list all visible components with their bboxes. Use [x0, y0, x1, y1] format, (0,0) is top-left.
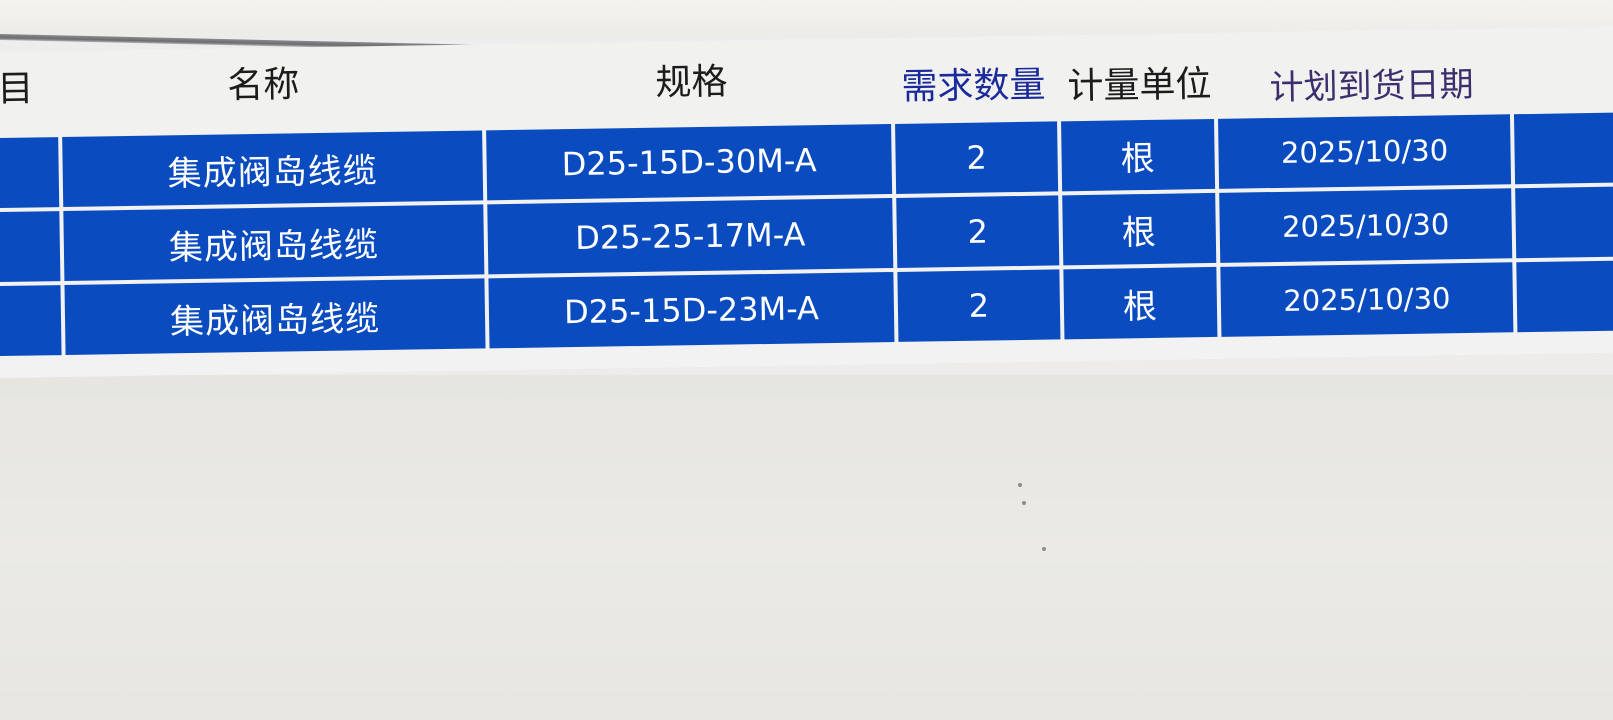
grid-body: 集成阀岛线缆 D25-15D-30M-A 2 根 2025/10/30 集成阀岛…	[0, 112, 1613, 379]
quantity-cell[interactable]: 2	[896, 195, 1060, 268]
name-cell[interactable]: 集成阀岛线缆	[64, 278, 486, 356]
quantity-cell[interactable]: 2	[895, 121, 1059, 194]
column-header-unit[interactable]: 计量单位	[1067, 55, 1212, 109]
column-header-partial[interactable]: 目	[0, 59, 34, 112]
row-indicator-cell[interactable]	[0, 285, 62, 357]
unit-cell[interactable]: 根	[1062, 192, 1217, 266]
spec-cell[interactable]: D25-15D-23M-A	[488, 272, 895, 349]
arrival-date-cell[interactable]: 2025/10/30	[1218, 114, 1512, 189]
unit-cell[interactable]: 根	[1063, 266, 1218, 340]
next-column-cell[interactable]	[1513, 112, 1613, 185]
arrival-date-cell[interactable]: 2025/10/30	[1220, 262, 1514, 337]
next-column-cell[interactable]	[1516, 260, 1613, 333]
quantity-cell[interactable]: 2	[897, 269, 1061, 342]
row-indicator-cell[interactable]	[0, 137, 60, 209]
spec-cell[interactable]: D25-25-17M-A	[487, 198, 894, 275]
row-indicator-cell[interactable]	[0, 211, 61, 283]
unit-cell[interactable]: 根	[1061, 118, 1216, 192]
column-header-quantity[interactable]: 需求数量	[901, 56, 1046, 110]
screen: 目 名称 规格 需求数量 计量单位 计划到货日期 集成阀岛线缆 D25-15D-…	[0, 0, 1613, 720]
column-header-arrival-date[interactable]: 计划到货日期	[1269, 57, 1474, 109]
next-column-cell[interactable]	[1515, 186, 1613, 259]
data-grid: 目 名称 规格 需求数量 计量单位 计划到货日期 集成阀岛线缆 D25-15D-…	[0, 0, 1613, 720]
column-header-spec[interactable]: 规格	[655, 53, 728, 106]
arrival-date-cell[interactable]: 2025/10/30	[1219, 188, 1513, 263]
column-header-name[interactable]: 名称	[227, 55, 300, 108]
spec-cell[interactable]: D25-15D-30M-A	[486, 124, 893, 201]
name-cell[interactable]: 集成阀岛线缆	[62, 130, 484, 208]
name-cell[interactable]: 集成阀岛线缆	[63, 204, 485, 282]
